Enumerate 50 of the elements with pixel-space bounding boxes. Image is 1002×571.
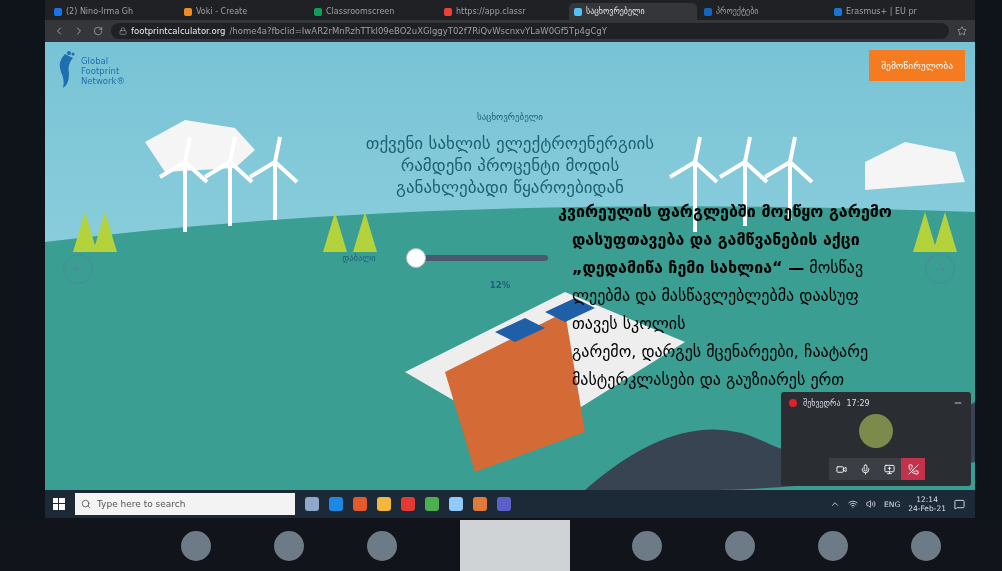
hang-up-button[interactable] [901,458,925,480]
meeting-time: 17:29 [846,398,870,408]
taskbar-app-icon[interactable] [329,497,343,511]
participant-avatar [632,530,663,561]
address-field[interactable]: footprintcalculator.org /home4a?fbclid=IwAR2rMnRzhTTkl09eBO2uXGlggyT02f7RiQvWscnxvYLaW0Gf5Tp4gCgY [111,23,949,39]
taskbar-app-icon[interactable] [305,497,319,511]
camera-icon [835,463,847,475]
caption-text: „დედამიწა ჩემი სახლია“ — მოსწავ [571,257,864,279]
slider-label: დაბალი [342,253,376,263]
taskbar-app-icon[interactable] [353,497,367,511]
caption-text: დასუფთავება და გამწვანების აქცი [571,229,860,251]
slider-reading: 12% [489,280,511,290]
participant-avatar [910,530,941,561]
taskbar-search-field[interactable]: Type here to search [75,493,295,515]
microphone-icon [859,463,871,475]
lock-icon [119,27,127,35]
participant-avatar [725,530,756,561]
search-icon [81,499,91,509]
taskbar-app-icon[interactable] [473,497,487,511]
taskbar-app-icon[interactable] [401,497,415,511]
browser-tab[interactable]: Voki - Create [179,3,307,20]
browser-tab[interactable]: Classroomscreen [309,3,437,20]
taskbar-app-icon[interactable] [425,497,439,511]
network-icon[interactable] [848,499,859,509]
participant-avatar [817,530,848,561]
windows-start-icon[interactable] [53,498,65,510]
caption-text: ლეებმა და მასწავლებლებმა დაასუფ [571,285,859,307]
taskbar-app-icon[interactable] [449,497,463,511]
logo-text: Global Footprint Network® [81,56,125,86]
hang-up-icon [907,463,919,475]
star-icon[interactable] [957,26,967,36]
volume-icon[interactable] [866,499,877,509]
browser-tab[interactable]: საცხოვრებელი [569,3,697,20]
participant-avatar [859,414,893,448]
share-screen-icon [883,463,895,475]
browser-tab[interactable]: პროექტები [699,3,827,20]
share-screen-button[interactable] [877,458,901,480]
camera-button[interactable] [829,458,853,480]
question-heading: თქვენი სახლის ელექტროენერგიის რამდენი პროცენტი მოდის განახლებადი წყაროებიდან [365,132,655,198]
browser-tab[interactable]: Erasmus+ | EU pr [829,3,957,20]
category-label: საცხოვრებელი [477,112,543,122]
participant-avatar [366,530,397,561]
taskbar-app-icon[interactable] [377,497,391,511]
reload-icon[interactable] [93,26,103,36]
participant-avatar [181,530,212,561]
meeting-title: შეხვედრა [803,398,841,408]
notifications-icon[interactable] [954,498,965,510]
participant-avatar [274,530,305,561]
browser-tab[interactable]: (2) Nino-Irma Gh [49,3,177,20]
browser-tab[interactable]: https://app.classr [439,3,567,20]
